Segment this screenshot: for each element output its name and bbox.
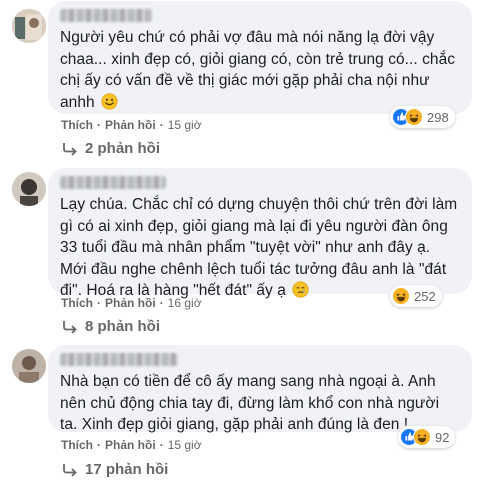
reaction-count: 298: [427, 109, 449, 125]
reaction-count: 92: [435, 429, 450, 445]
smile-emoji-icon: [101, 92, 118, 110]
haha-icon: [413, 428, 431, 446]
haha-icon: [405, 108, 423, 126]
comment-text: Người yêu chứ có phải vợ đâu mà nói năng…: [60, 29, 456, 111]
comment-actions: Thích · Phản hồi · 16 giờ: [61, 296, 202, 310]
avatar[interactable]: [12, 349, 46, 383]
view-replies-button[interactable]: 17 phản hồi: [62, 461, 168, 478]
avatar-image: [12, 172, 46, 206]
replies-label: 2 phản hồi: [85, 140, 160, 157]
timestamp[interactable]: 15 giờ: [168, 118, 202, 132]
timestamp[interactable]: 15 giờ: [168, 438, 202, 452]
comment-text: Nhà bạn có tiền để cô ấy mang sang nhà n…: [60, 373, 440, 433]
replies-label: 8 phản hồi: [85, 318, 160, 335]
reaction-summary[interactable]: 92: [398, 426, 456, 448]
comment-text: Lạy chúa. Chắc chỉ có dựng chuyện thôi c…: [60, 196, 458, 299]
comment-bubble: Lạy chúa. Chắc chỉ có dựng chuyện thôi c…: [48, 168, 472, 299]
reply-link[interactable]: Phản hồi: [105, 118, 156, 132]
comment-actions: Thích · Phản hồi · 15 giờ: [61, 118, 202, 132]
comment-bubble: Người yêu chứ có phải vợ đâu mà nói năng…: [48, 1, 472, 114]
like-link[interactable]: Thích: [61, 296, 93, 310]
timestamp[interactable]: 16 giờ: [168, 296, 202, 310]
author-name-redacted[interactable]: [60, 176, 166, 189]
like-link[interactable]: Thích: [61, 438, 93, 452]
view-replies-button[interactable]: 2 phản hồi: [62, 140, 160, 157]
avatar[interactable]: [12, 9, 46, 43]
reply-link[interactable]: Phản hồi: [105, 296, 156, 310]
author-name-redacted[interactable]: [60, 9, 152, 22]
reaction-count: 252: [414, 288, 436, 304]
reply-arrow-icon: [63, 142, 77, 156]
crying-emoji-icon: [292, 281, 309, 298]
comment-bubble: Nhà bạn có tiền để cô ấy mang sang nhà n…: [48, 345, 472, 433]
reply-link[interactable]: Phản hồi: [105, 438, 156, 452]
author-name-redacted[interactable]: [60, 353, 178, 366]
haha-icon: [392, 287, 410, 305]
replies-label: 17 phản hồi: [85, 461, 169, 478]
reply-arrow-icon: [63, 463, 77, 477]
reply-arrow-icon: [63, 320, 77, 334]
avatar[interactable]: [12, 172, 46, 206]
like-link[interactable]: Thích: [61, 118, 93, 132]
reaction-summary[interactable]: 298: [390, 106, 455, 128]
comment-actions: Thích · Phản hồi · 15 giờ: [61, 438, 202, 452]
reaction-summary[interactable]: 252: [390, 285, 442, 307]
view-replies-button[interactable]: 8 phản hồi: [62, 318, 160, 335]
avatar-image: [12, 349, 46, 383]
avatar-image: [12, 9, 46, 43]
